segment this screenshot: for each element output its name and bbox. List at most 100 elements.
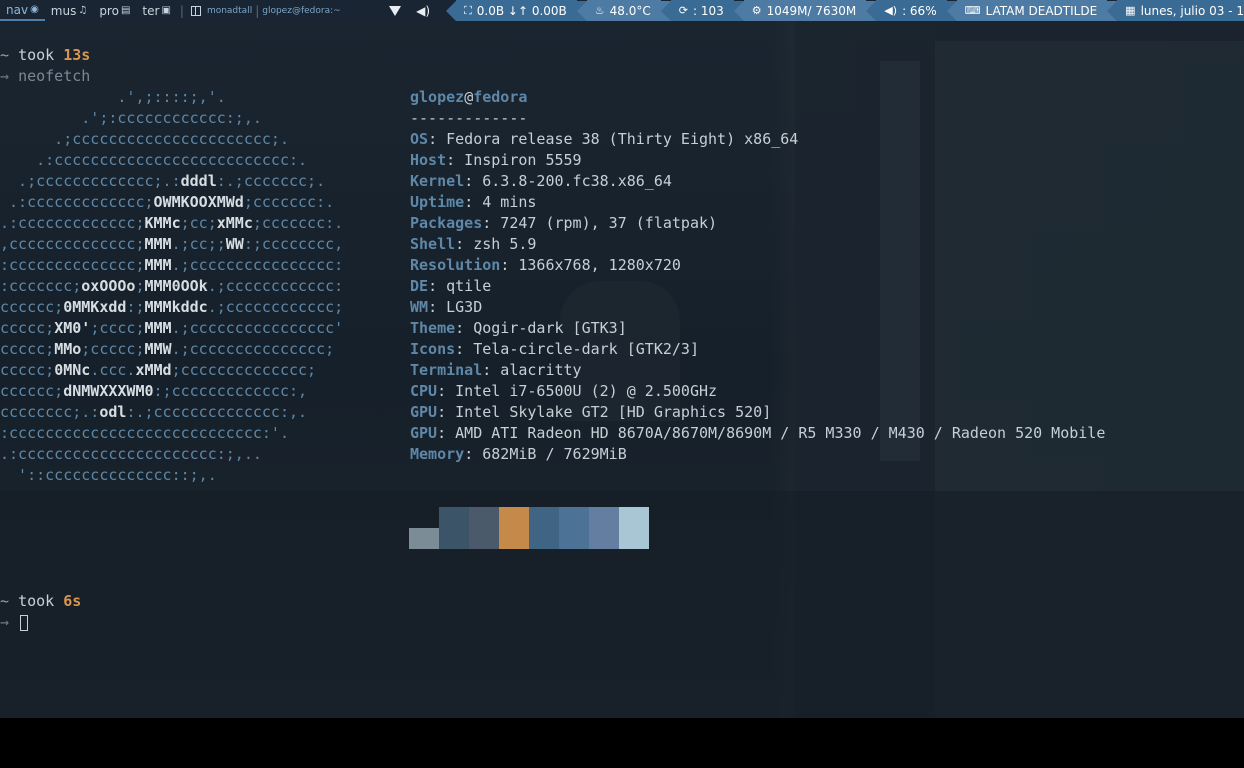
info-value: : zsh 5.9 xyxy=(455,235,537,253)
workspace-mus[interactable]: mus ♫ xyxy=(45,0,94,21)
info-row: Terminal: alacritty xyxy=(410,360,582,381)
widgets: ⛶ 0.0B ↓↑ 0.00B ♨ 48.0°C ⟳ : 103 ⚙ 1049M… xyxy=(446,0,1244,21)
palette-swatch xyxy=(619,507,649,549)
info-value: : 6.3.8-200.fc38.x86_64 xyxy=(464,172,672,190)
layout-icon[interactable] xyxy=(190,5,201,16)
palette-swatch xyxy=(589,507,619,549)
updates-count: : 103 xyxy=(693,3,724,18)
firefox-icon: ◉ xyxy=(30,4,39,15)
volume-icon: ◀) xyxy=(884,4,898,17)
info-key: Packages xyxy=(410,214,483,232)
palette-swatch xyxy=(529,507,559,549)
ascii-art-line: .:ccccccccccccc;KMMc;cc;xMMc;ccccccc:. xyxy=(0,214,344,232)
ascii-art-line: :cccccccccccccc;MMM.;cccccccccccccccc: xyxy=(0,256,344,274)
document-icon: ▤ xyxy=(120,5,131,16)
info-row: Packages: 7247 (rpm), 37 (flatpak) xyxy=(410,213,717,234)
info-value: : qtile xyxy=(428,277,492,295)
updates-widget[interactable]: ⟳ : 103 xyxy=(670,0,734,21)
volume-widget[interactable]: ◀) : 66% xyxy=(876,0,947,21)
workspace-pro[interactable]: pro ▤ xyxy=(93,0,136,21)
powerline-arrow xyxy=(576,0,587,21)
ascii-art-line: '::cccccccccccccc::;,. xyxy=(0,466,217,484)
ascii-art-line: ccccc;MMo;ccccc;MMW.;ccccccccccccccc; xyxy=(0,340,335,358)
info-row: DE: qtile xyxy=(410,276,491,297)
bar-separator: | xyxy=(255,3,260,18)
clock-widget[interactable]: ▦ lunes, julio 03 - 1 xyxy=(1117,0,1244,21)
info-value: : Tela-circle-dark [GTK2/3] xyxy=(455,340,699,358)
keyboard-widget[interactable]: ⌨ LATAM DEADTILDE xyxy=(956,0,1108,21)
info-value: : LG3D xyxy=(428,298,483,316)
info-key: Memory xyxy=(410,445,465,463)
user-host: glopez@fedora xyxy=(410,87,527,108)
took-label: took xyxy=(18,46,55,64)
terminal-window[interactable]: ~ took 13s → neofetch .',;::::;,'. .';:c… xyxy=(0,21,1244,718)
info-value: : 682MiB / 7629MiB xyxy=(464,445,627,463)
info-value: : 4 mins xyxy=(464,193,537,211)
username: glopez xyxy=(410,88,465,106)
workspace-nav[interactable]: nav ◉ xyxy=(0,0,45,21)
info-row: Resolution: 1366x768, 1280x720 xyxy=(410,255,681,276)
duration: 13s xyxy=(63,46,91,64)
calendar-icon: ▦ xyxy=(1125,4,1136,17)
command-line: → neofetch xyxy=(0,66,90,87)
prompt-arrow: → xyxy=(0,613,10,631)
prompt-arrow: → xyxy=(0,67,10,85)
powerline-arrow xyxy=(733,0,744,21)
info-row: GPU: Intel Skylake GT2 [HD Graphics 520] xyxy=(410,402,771,423)
powerline-arrow xyxy=(660,0,671,21)
info-key: Resolution xyxy=(410,256,501,274)
info-key: DE xyxy=(410,277,429,295)
temp-widget: ♨ 48.0°C xyxy=(586,0,661,21)
prompt-tilde: ~ xyxy=(0,46,10,64)
info-separator: ------------- xyxy=(410,109,528,127)
powerline-arrow xyxy=(946,0,957,21)
prompt-line: ~ took 13s xyxy=(0,45,90,66)
info-value: : Intel i7-6500U (2) @ 2.500GHz xyxy=(437,382,718,400)
info-key: Kernel xyxy=(410,172,465,190)
info-key: OS xyxy=(410,130,429,148)
ascii-art-line: ,cccccccccccccc;MMM.;cc;;WW:;cccccccc, xyxy=(0,235,344,253)
info-row: Shell: zsh 5.9 xyxy=(410,234,536,255)
top-bar: nav ◉ mus ♫ pro ▤ ter ▣ | monadtall | gl… xyxy=(0,0,1244,21)
info-row: OS: Fedora release 38 (Thirty Eight) x86… xyxy=(410,129,798,150)
ascii-art-line: .';:cccccccccccc:;,. xyxy=(0,109,262,127)
info-key: GPU xyxy=(410,424,438,442)
volume-level: : 66% xyxy=(902,3,937,18)
info-key: Terminal xyxy=(410,361,483,379)
info-row: Host: Inspiron 5559 xyxy=(410,150,582,171)
info-key: Host xyxy=(410,151,447,169)
palette-swatch xyxy=(469,507,499,549)
ascii-art-line: .;ccccccccccccc;.:dddl:.;ccccccc;. xyxy=(0,172,326,190)
info-value: : 1366x768, 1280x720 xyxy=(500,256,681,274)
prompt-tilde: ~ xyxy=(0,592,10,610)
workspace-label: pro xyxy=(99,3,119,18)
music-icon: ♫ xyxy=(78,5,88,16)
palette-swatch xyxy=(409,528,439,549)
duration: 6s xyxy=(63,592,82,610)
speaker-icon[interactable]: ◀) xyxy=(416,4,430,18)
ascii-art-line: .:ccccccccccccc;OWMKOOXMWd;ccccccc:. xyxy=(0,193,335,211)
window-title[interactable]: glopez@fedora:~ xyxy=(262,6,340,16)
input-line[interactable]: → xyxy=(0,612,29,633)
info-value: : alacritty xyxy=(482,361,582,379)
info-value: : 7247 (rpm), 37 (flatpak) xyxy=(482,214,718,232)
info-row: GPU: AMD ATI Radeon HD 8670A/8670M/8690M… xyxy=(410,423,1105,444)
ascii-art-line: ccccc;0MNc.ccc.xMMd;cccccccccccccc; xyxy=(0,361,317,379)
ascii-art-line: .',;::::;,'. xyxy=(0,88,226,106)
clock: lunes, julio 03 - 1 xyxy=(1140,3,1244,18)
info-row: CPU: Intel i7-6500U (2) @ 2.500GHz xyxy=(410,381,717,402)
info-row: Kernel: 6.3.8-200.fc38.x86_64 xyxy=(410,171,672,192)
workspace-ter[interactable]: ter ▣ xyxy=(136,0,176,21)
info-value: : Inspiron 5559 xyxy=(446,151,582,169)
info-row: Icons: Tela-circle-dark [GTK2/3] xyxy=(410,339,699,360)
command-text: neofetch xyxy=(18,67,91,85)
wifi-icon[interactable] xyxy=(389,5,402,16)
ascii-art-line: ccccc;XM0';cccc;MMM.;cccccccccccccccc' xyxy=(0,319,344,337)
ascii-art-line: .:cccccccccccccccccccccc:;,.. xyxy=(0,445,262,463)
powerline-arrow xyxy=(866,0,877,21)
info-value: : AMD ATI Radeon HD 8670A/8670M/8690M / … xyxy=(437,424,1106,442)
memory-widget: ⚙ 1049M/ 7630M xyxy=(743,0,867,21)
ascii-art-line: .;cccccccccccccccccccccc;. xyxy=(0,130,289,148)
powerline-arrow xyxy=(1107,0,1118,21)
ascii-art-line: .:cccccccccccccccccccccccccc:. xyxy=(0,151,308,169)
